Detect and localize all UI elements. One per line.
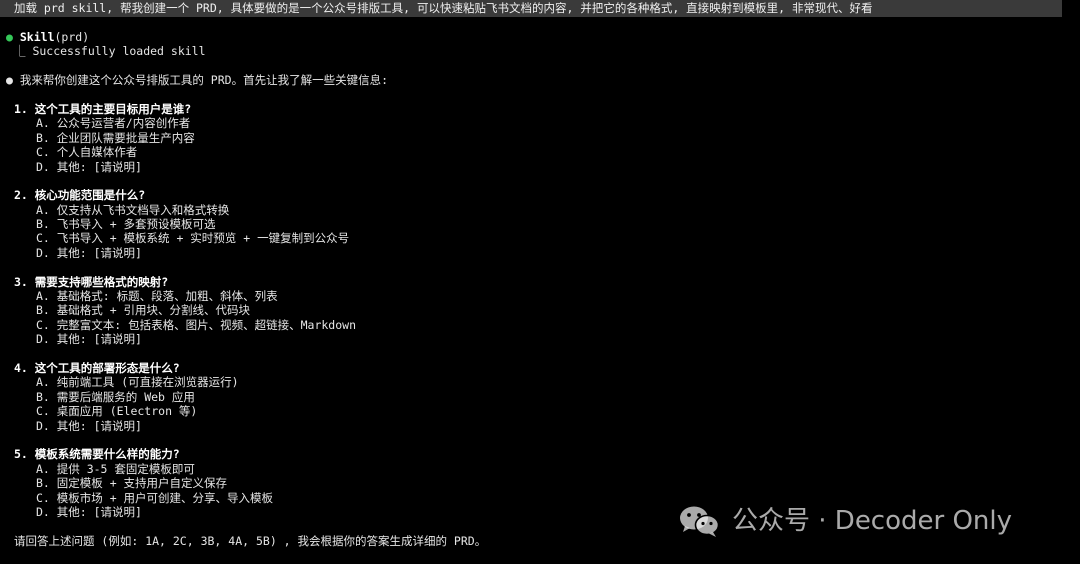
question-option: A. 纯前端工具 (可直接在浏览器运行) (36, 375, 239, 390)
skill-status-line: ⎿ Successfully loaded skill (0, 44, 1080, 58)
question-option: B. 基础格式 + 引用块、分割线、代码块 (36, 303, 251, 318)
question-option: B. 固定模板 + 支持用户自定义保存 (36, 476, 228, 491)
question-option: D. 其他: [请说明] (36, 332, 142, 347)
question-title: 5. 模板系统需要什么样的能力? (14, 447, 180, 462)
question-option: C. 飞书导入 + 模板系统 + 实时预览 + 一键复制到公众号 (36, 231, 350, 246)
watermark: 公众号 · Decoder Only (678, 502, 1012, 540)
question-option: C. 桌面应用 (Electron 等) (36, 404, 198, 419)
question-title: 1. 这个工具的主要目标用户是谁? (14, 101, 192, 116)
watermark-text: 公众号 · Decoder Only (732, 505, 1013, 536)
question-option: C. 完整富文本: 包括表格、图片、视频、超链接、Markdown (36, 317, 357, 332)
question-option: D. 其他: [请说明] (36, 159, 142, 174)
wechat-icon (680, 506, 720, 537)
intro-text: 我来帮你创建这个公众号排版工具的 PRD。首先让我了解一些关键信息: (19, 73, 388, 88)
question-option: A. 仅支持从飞书文档导入和格式转换 (36, 202, 230, 217)
skill-status: Successfully loaded skill (32, 44, 206, 59)
skill-line: ● Skill(prd) (0, 30, 1080, 44)
question-option: B. 需要后端服务的 Web 应用 (36, 389, 195, 404)
terminal-output: ● Skill(prd) ⎿ Successfully loaded skill… (0, 30, 1080, 548)
question-option: D. 其他: [请说明] (36, 418, 142, 433)
question-option: A. 公众号运营者/内容创作者 (36, 116, 191, 131)
question-option: B. 飞书导入 + 多套预设模板可选 (36, 217, 216, 232)
question-option: D. 其他: [请说明] (36, 245, 142, 260)
question-option: A. 基础格式: 标题、段落、加粗、斜体、列表 (36, 289, 278, 304)
intro-line: ● 我来帮你创建这个公众号排版工具的 PRD。首先让我了解一些关键信息: (0, 73, 1080, 87)
question-option: C. 个人自媒体作者 (36, 145, 138, 160)
user-prompt-line[interactable]: 加载 prd skill, 帮我创建一个 PRD, 具体要做的是一个公众号排版工… (0, 0, 1062, 17)
question-title: 3. 需要支持哪些格式的映射? (14, 274, 169, 289)
tree-branch-icon: ⎿ (14, 44, 26, 59)
question-title: 4. 这个工具的部署形态是什么? (14, 360, 180, 375)
question-option: B. 企业团队需要批量生产内容 (36, 130, 195, 145)
skill-arg: (prd) (54, 30, 90, 44)
question-option: A. 提供 3-5 套固定模板即可 (36, 461, 195, 476)
skill-name: Skill (19, 30, 55, 44)
status-dot-icon: ● (6, 30, 13, 44)
bullet-icon: ● (6, 73, 13, 88)
question-title: 2. 核心功能范围是什么? (14, 188, 146, 203)
terminal-window: 加载 prd skill, 帮我创建一个 PRD, 具体要做的是一个公众号排版工… (0, 0, 1080, 564)
